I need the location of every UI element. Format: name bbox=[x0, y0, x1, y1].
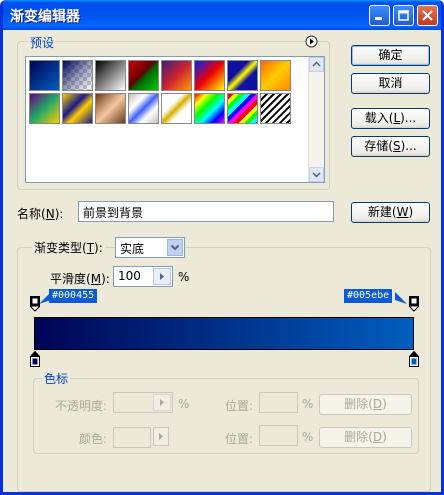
triangle-right-icon bbox=[160, 399, 164, 406]
triangle-right-icon bbox=[159, 433, 163, 440]
load-hotkey: L bbox=[393, 111, 401, 125]
presets-label: 预设 bbox=[28, 34, 57, 51]
chevron-down-icon bbox=[170, 244, 180, 251]
close-icon bbox=[422, 10, 433, 21]
presets-group: 预设 bbox=[17, 34, 330, 190]
color-stops-label: 色标 bbox=[42, 370, 71, 387]
ok-button[interactable]: 确定 bbox=[351, 45, 430, 66]
gradient-type-hotkey: T bbox=[86, 241, 95, 255]
smoothness-text: 平滑度 bbox=[50, 272, 87, 286]
gradient-type-select[interactable]: 实底 bbox=[115, 237, 185, 258]
new-label: 新建 bbox=[367, 205, 392, 219]
preset-swatch[interactable] bbox=[29, 60, 60, 91]
minimize-button[interactable] bbox=[369, 5, 390, 26]
delete-label: 删除 bbox=[344, 430, 369, 444]
preset-swatch[interactable] bbox=[62, 60, 93, 91]
preset-swatch[interactable] bbox=[95, 60, 126, 91]
gradient-editor-window: 渐变编辑器 预设 确定 取消 载入(L)... 存储(S)... 名称(N): … bbox=[0, 0, 444, 495]
preset-swatch[interactable] bbox=[161, 60, 192, 91]
gradient-type-text: 渐变类型 bbox=[34, 241, 83, 255]
preset-swatch[interactable] bbox=[29, 93, 60, 124]
title-bar[interactable]: 渐变编辑器 bbox=[3, 0, 441, 30]
opacity-label-text: 不透明度 bbox=[55, 399, 104, 413]
new-hotkey: W bbox=[396, 205, 409, 219]
name-label: 名称(N): bbox=[17, 207, 64, 221]
preset-swatch[interactable] bbox=[128, 93, 159, 124]
preset-swatch[interactable] bbox=[260, 60, 291, 91]
cancel-button[interactable]: 取消 bbox=[351, 73, 430, 94]
save-label: 存储 bbox=[364, 139, 389, 153]
opacity-slider-button bbox=[153, 394, 171, 411]
preset-swatch[interactable] bbox=[95, 93, 126, 124]
gradient-type-value: 实底 bbox=[120, 242, 145, 256]
cancel-label: 取消 bbox=[378, 76, 403, 90]
maximize-icon bbox=[398, 10, 409, 21]
tag-pointer-icon bbox=[395, 292, 407, 304]
right-color-tag: #005ebe bbox=[344, 289, 393, 303]
smoothness-value: 100 bbox=[118, 269, 141, 283]
opacity-position-label: 位置: bbox=[225, 399, 254, 413]
preset-swatch[interactable] bbox=[62, 93, 93, 124]
smoothness-slider-button[interactable] bbox=[153, 268, 171, 285]
dialog-content: 预设 确定 取消 载入(L)... 存储(S)... 名称(N): 前景到背景 … bbox=[3, 30, 441, 492]
tag-pointer-icon bbox=[39, 292, 51, 304]
opacity-position-input bbox=[259, 392, 298, 413]
save-hotkey: S bbox=[392, 139, 401, 153]
opacity-label: 不透明度: bbox=[55, 399, 108, 413]
color-label-text: 颜色 bbox=[79, 432, 104, 446]
delete-hotkey: D bbox=[372, 397, 383, 411]
color-position-percent: % bbox=[302, 430, 314, 444]
preset-swatch[interactable] bbox=[194, 93, 225, 124]
close-button[interactable] bbox=[417, 5, 438, 26]
opacity-stop-right[interactable] bbox=[409, 296, 419, 312]
preset-swatch[interactable] bbox=[128, 60, 159, 91]
delete-color-stop-button: 删除(D) bbox=[319, 427, 412, 448]
name-label-text: 名称 bbox=[17, 207, 42, 221]
dropdown-button[interactable] bbox=[167, 239, 183, 256]
presets-list[interactable] bbox=[25, 56, 325, 183]
chevron-up-icon bbox=[312, 61, 321, 67]
smoothness-label: 平滑度(M): bbox=[50, 272, 110, 286]
save-button[interactable]: 存储(S)... bbox=[351, 136, 430, 157]
color-position-input bbox=[259, 425, 298, 446]
gradient-preview-bar[interactable] bbox=[34, 317, 414, 350]
preset-swatch[interactable] bbox=[227, 93, 258, 124]
opacity-position-percent: % bbox=[302, 397, 314, 411]
preset-swatch[interactable] bbox=[260, 93, 291, 124]
new-button[interactable]: 新建(W) bbox=[351, 202, 430, 223]
color-stop-left[interactable] bbox=[30, 351, 40, 367]
preset-swatch[interactable] bbox=[161, 93, 192, 124]
opacity-percent: % bbox=[178, 397, 190, 411]
triangle-right-icon bbox=[160, 273, 164, 280]
delete-hotkey: D bbox=[372, 430, 383, 444]
scroll-down-button[interactable] bbox=[309, 167, 324, 182]
color-stop-right[interactable] bbox=[409, 351, 419, 367]
delete-label: 删除 bbox=[344, 397, 369, 411]
left-color-tag: #000455 bbox=[49, 289, 98, 303]
maximize-button[interactable] bbox=[393, 5, 414, 26]
opacity-position-text: 位置 bbox=[225, 399, 250, 413]
name-hotkey: N bbox=[45, 207, 55, 221]
ok-label: 确定 bbox=[378, 48, 403, 62]
scroll-up-button[interactable] bbox=[309, 57, 324, 72]
chevron-down-icon bbox=[312, 172, 321, 178]
smoothness-hotkey: M bbox=[90, 272, 102, 286]
color-swatch-input bbox=[113, 427, 151, 448]
load-label: 载入 bbox=[364, 111, 389, 125]
color-position-text: 位置 bbox=[225, 432, 250, 446]
gradient-type-label: 渐变类型(T): bbox=[32, 239, 105, 256]
name-input[interactable]: 前景到背景 bbox=[78, 201, 334, 222]
load-button[interactable]: 载入(L)... bbox=[351, 108, 430, 129]
color-label: 颜色: bbox=[79, 432, 108, 446]
color-picker-button bbox=[153, 427, 169, 446]
presets-scrollbar[interactable] bbox=[308, 57, 324, 182]
minimize-icon bbox=[375, 17, 382, 20]
window-title: 渐变编辑器 bbox=[10, 9, 80, 25]
delete-opacity-stop-button: 删除(D) bbox=[319, 394, 412, 415]
presets-menu-icon[interactable] bbox=[305, 35, 318, 48]
preset-swatch[interactable] bbox=[194, 60, 225, 91]
color-position-label: 位置: bbox=[225, 432, 254, 446]
preset-swatch[interactable] bbox=[227, 60, 258, 91]
smoothness-percent: % bbox=[178, 270, 190, 284]
